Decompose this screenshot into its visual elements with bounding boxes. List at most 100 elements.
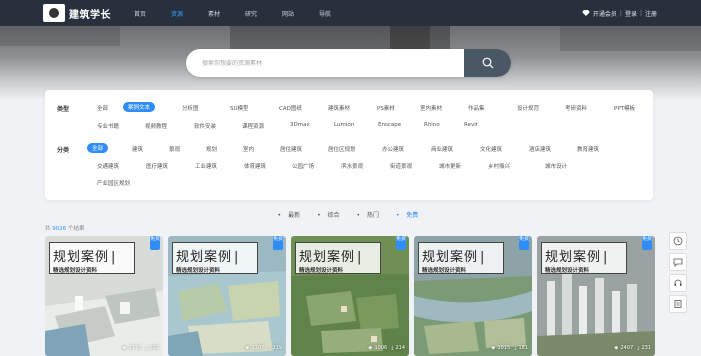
- category-option[interactable]: 城市更新: [439, 162, 461, 170]
- type-option[interactable]: 全部: [97, 104, 108, 112]
- category-option-selected[interactable]: 全部: [87, 143, 109, 153]
- view-count: 1015: [497, 345, 511, 351]
- category-option[interactable]: 公园广场: [292, 162, 314, 170]
- search-button[interactable]: [464, 49, 511, 77]
- sort-label: 免费: [406, 212, 419, 219]
- category-option[interactable]: 规划: [206, 145, 217, 153]
- category-option[interactable]: 医疗建筑: [146, 162, 168, 170]
- card-subtitle: 精选规划设计资料: [176, 268, 221, 274]
- free-badge: 免费: [273, 236, 283, 250]
- category-option[interactable]: 酒店建筑: [529, 145, 551, 153]
- category-option[interactable]: 建筑: [132, 145, 143, 153]
- category-option[interactable]: 街道景观: [390, 162, 412, 170]
- sort-option-latest[interactable]: • 最新: [278, 212, 305, 219]
- type-option[interactable]: SU模型: [230, 104, 249, 112]
- nav-item-materials[interactable]: 素材: [208, 9, 245, 18]
- category-option[interactable]: 交通建筑: [97, 162, 119, 170]
- type-option[interactable]: 设计规范: [517, 104, 539, 112]
- download-icon: ⤓: [637, 345, 640, 351]
- headset-icon: [674, 279, 682, 286]
- category-option[interactable]: 产业园区规划: [97, 179, 130, 187]
- category-option[interactable]: 体育建筑: [244, 162, 266, 170]
- category-option[interactable]: 教育建筑: [577, 145, 599, 153]
- diamond-icon: [582, 10, 590, 16]
- type-option[interactable]: 视频教程: [145, 122, 167, 130]
- vip-link[interactable]: 开通会员: [593, 9, 617, 18]
- nav-item-websites[interactable]: 网站: [282, 9, 319, 18]
- count-prefix: 共: [45, 226, 51, 232]
- type-option[interactable]: 室内素材: [420, 104, 442, 112]
- resource-card[interactable]: 规划案例 精选规划设计资料 免费 ◉1015 ⤓181: [414, 236, 532, 356]
- download-count: 231: [641, 345, 651, 351]
- card-stats: ◉ 1006 ⤓ 214: [364, 345, 405, 351]
- user-area: 开通会员 | 登录 | 注册: [582, 0, 657, 26]
- category-option[interactable]: 城市设计: [545, 162, 567, 170]
- resource-card[interactable]: 规划案例 精选规划设计资料 免费 ◉1006 ⤓214: [291, 236, 409, 356]
- filter-panel: 类型 全部 案例文本 分析图 SU模型 CAD图纸 建筑素材 PS素材 室内素材…: [45, 90, 653, 200]
- message-button[interactable]: [669, 253, 687, 271]
- main-nav: 首页 资源 素材 研究 网站 导航: [134, 9, 356, 18]
- sort-option-hot[interactable]: • 热门: [356, 212, 383, 219]
- category-option[interactable]: 滨水景观: [341, 162, 363, 170]
- view-count: 2172: [128, 345, 142, 351]
- card-stats: ◉ 2172 ⤓ 202: [118, 345, 159, 351]
- type-option[interactable]: 课程资源: [242, 122, 264, 130]
- type-option[interactable]: PPT模板: [614, 104, 635, 112]
- type-option[interactable]: PS素材: [377, 104, 395, 112]
- login-link[interactable]: 登录: [625, 9, 637, 18]
- card-label-box: 规划案例 精选规划设计资料: [295, 242, 381, 274]
- type-option[interactable]: Lumion: [334, 122, 354, 128]
- resource-card[interactable]: 规划案例 精选规划设计资料 免费 ◉1107 ⤓219: [168, 236, 286, 356]
- category-option[interactable]: 工业建筑: [195, 162, 217, 170]
- search-input[interactable]: [202, 59, 452, 67]
- chat-icon: [673, 258, 683, 267]
- nav-item-research[interactable]: 研究: [245, 9, 282, 18]
- card-subtitle: 精选规划设计资料: [545, 268, 590, 274]
- category-option[interactable]: 文化建筑: [480, 145, 502, 153]
- category-option[interactable]: 办公建筑: [382, 145, 404, 153]
- download-icon: ⤓: [145, 345, 148, 351]
- type-option[interactable]: 软件安装: [194, 122, 216, 130]
- download-count: 219: [272, 345, 282, 351]
- nav-item-home[interactable]: 首页: [134, 9, 171, 18]
- category-option[interactable]: 居住建筑: [280, 145, 302, 153]
- type-option[interactable]: 考研资料: [565, 104, 587, 112]
- category-option[interactable]: 室内: [243, 145, 254, 153]
- resource-card[interactable]: 规划案例 精选规划设计资料 免费 ◉2407 ⤓231: [537, 236, 655, 356]
- feedback-button[interactable]: [669, 295, 687, 313]
- card-subtitle: 精选规划设计资料: [299, 268, 344, 274]
- type-option[interactable]: 作品集: [468, 104, 485, 112]
- register-link[interactable]: 注册: [645, 9, 657, 18]
- site-logo[interactable]: 建筑学长: [43, 4, 111, 22]
- type-option[interactable]: 分析图: [182, 104, 199, 112]
- type-option-selected[interactable]: 案例文本: [123, 102, 156, 112]
- result-count: 共 9026 个结果: [45, 224, 85, 232]
- category-option[interactable]: 乡村振兴: [488, 162, 510, 170]
- free-badge: 免费: [150, 236, 160, 250]
- type-option[interactable]: Rhino: [424, 122, 440, 128]
- search-bar: [186, 49, 511, 77]
- category-option[interactable]: 居住区规划: [328, 145, 356, 153]
- hero-building: [0, 26, 120, 46]
- type-option[interactable]: Revit: [464, 122, 478, 128]
- eye-icon: ◉: [614, 345, 619, 351]
- nav-item-resources[interactable]: 资源: [171, 9, 208, 18]
- eye-icon: ◉: [368, 345, 373, 351]
- card-label-box: 规划案例 精选规划设计资料: [49, 242, 135, 274]
- category-option[interactable]: 商业建筑: [431, 145, 453, 153]
- type-option[interactable]: 专业书籍: [97, 122, 119, 130]
- type-option[interactable]: 建筑素材: [328, 104, 350, 112]
- type-option[interactable]: Enscape: [378, 122, 401, 128]
- type-option[interactable]: 3Dmax: [290, 122, 310, 128]
- count-number: 9026: [52, 226, 67, 232]
- sort-option-overall[interactable]: • 综合: [317, 212, 344, 219]
- card-label-box: 规划案例 精选规划设计资料: [418, 242, 504, 274]
- category-option[interactable]: 景观: [169, 145, 180, 153]
- history-button[interactable]: [669, 232, 687, 250]
- nav-item-navigation[interactable]: 导航: [319, 9, 356, 18]
- support-button[interactable]: [669, 274, 687, 292]
- download-count: 202: [149, 345, 159, 351]
- sort-option-free[interactable]: • 免费: [396, 212, 423, 219]
- type-option[interactable]: CAD图纸: [279, 104, 302, 112]
- resource-card[interactable]: 规划案例 精选规划设计资料 免费 ◉2172 ⤓202: [45, 236, 163, 356]
